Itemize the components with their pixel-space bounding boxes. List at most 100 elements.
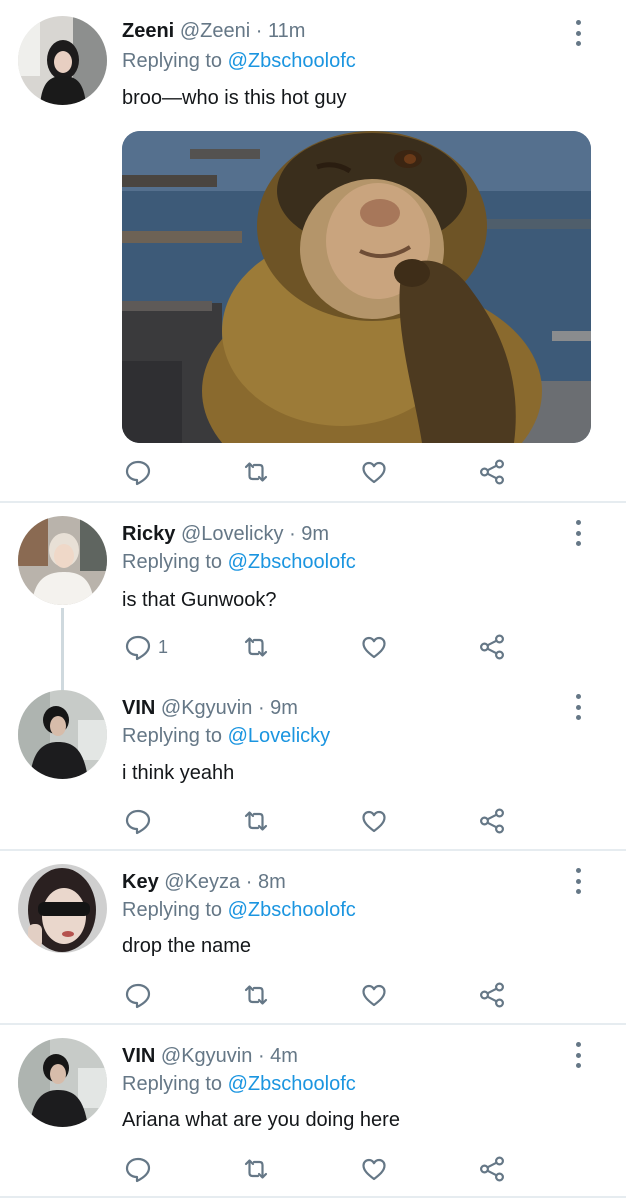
avatar[interactable] [18, 1038, 107, 1127]
more-icon[interactable] [572, 868, 584, 894]
divider [0, 1196, 626, 1198]
tweet-2[interactable]: Ricky @Lovelicky · 9m Replying to @Zbsch… [0, 504, 626, 694]
reply-button[interactable] [124, 1153, 158, 1185]
more-icon[interactable] [572, 694, 584, 720]
user-handle[interactable]: @Kgyuvin [161, 1045, 252, 1067]
retweet-button[interactable] [242, 456, 270, 488]
share-button[interactable] [478, 631, 506, 663]
tweet-header: Key @Keyza · 8m [122, 870, 286, 894]
tweet-text: Ariana what are you doing here [122, 1109, 400, 1131]
tweet-5[interactable]: VIN @Kgyuvin · 4m Replying to @Zbschoolo… [0, 1026, 626, 1200]
replying-to: Replying to @Zbschoolofc [122, 550, 356, 574]
timestamp[interactable]: 9m [301, 523, 329, 545]
reply-button[interactable]: 1 [124, 631, 168, 663]
mention-link[interactable]: @Zbschoolofc [228, 1073, 356, 1095]
display-name[interactable]: Ricky [122, 523, 175, 545]
retweet-icon [242, 981, 270, 1009]
like-icon [360, 458, 388, 486]
reply-icon [124, 981, 152, 1009]
like-icon [360, 981, 388, 1009]
avatar[interactable] [18, 16, 107, 105]
more-icon[interactable] [572, 1042, 584, 1068]
avatar[interactable] [18, 690, 107, 779]
user-handle[interactable]: @Keyza [164, 871, 240, 893]
retweet-icon [242, 807, 270, 835]
like-button[interactable] [360, 456, 388, 488]
separator: · [289, 523, 296, 545]
more-icon[interactable] [572, 20, 584, 46]
retweet-button[interactable] [242, 1153, 270, 1185]
replying-prefix: Replying to [122, 725, 223, 747]
tweet-actions [0, 1153, 626, 1185]
user-handle[interactable]: @Lovelicky [181, 523, 284, 545]
timestamp[interactable]: 9m [270, 697, 298, 719]
separator: · [257, 1045, 265, 1067]
replying-to: Replying to @Zbschoolofc [122, 1072, 356, 1096]
user-handle[interactable]: @Zeeni [180, 20, 250, 42]
mention-link[interactable]: @Zbschoolofc [228, 899, 356, 921]
timestamp[interactable]: 4m [270, 1045, 298, 1067]
tweet-header: Ricky @Lovelicky · 9m [122, 522, 329, 546]
share-icon [478, 458, 506, 486]
reply-icon [124, 807, 152, 835]
replying-prefix: Replying to [122, 50, 223, 72]
like-icon [360, 633, 388, 661]
like-button[interactable] [360, 1153, 388, 1185]
tweet-4[interactable]: Key @Keyza · 8m Replying to @Zbschoolofc… [0, 852, 626, 1022]
divider [0, 1023, 626, 1025]
more-icon[interactable] [572, 520, 584, 546]
display-name[interactable]: Zeeni [122, 20, 174, 42]
avatar[interactable] [18, 864, 107, 953]
user-handle[interactable]: @Kgyuvin [161, 697, 252, 719]
retweet-button[interactable] [242, 631, 270, 663]
replying-to: Replying to @Lovelicky [122, 724, 330, 748]
like-icon [360, 807, 388, 835]
display-name[interactable]: VIN [122, 1045, 155, 1067]
retweet-button[interactable] [242, 979, 270, 1011]
replying-prefix: Replying to [122, 1073, 223, 1095]
tweet-3[interactable]: VIN @Kgyuvin · 9m Replying to @Lovelicky… [0, 678, 626, 848]
separator: · [255, 20, 263, 42]
retweet-icon [242, 458, 270, 486]
tweet-actions [0, 456, 626, 488]
share-icon [478, 1155, 506, 1183]
share-icon [478, 633, 506, 661]
mention-link[interactable]: @Lovelicky [228, 725, 331, 747]
divider [0, 849, 626, 851]
replying-prefix: Replying to [122, 899, 223, 921]
retweet-icon [242, 633, 270, 661]
reply-icon [124, 633, 152, 661]
separator: · [257, 697, 265, 719]
replying-to: Replying to @Zbschoolofc [122, 49, 356, 73]
avatar[interactable] [18, 516, 107, 605]
tweet-1[interactable]: Zeeni @Zeeni · 11m Replying to @Zbschool… [0, 0, 626, 500]
retweet-button[interactable] [242, 805, 270, 837]
reply-button[interactable] [124, 805, 158, 837]
tweet-text: is that Gunwook? [122, 589, 277, 611]
display-name[interactable]: Key [122, 871, 159, 893]
reply-button[interactable] [124, 456, 158, 488]
like-button[interactable] [360, 805, 388, 837]
reply-icon [124, 458, 152, 486]
tweet-actions: 1 [0, 631, 626, 663]
display-name[interactable]: VIN [122, 697, 155, 719]
share-button[interactable] [478, 456, 506, 488]
share-icon [478, 981, 506, 1009]
tweet-header: VIN @Kgyuvin · 4m [122, 1044, 298, 1068]
tweet-text: drop the name [122, 935, 251, 957]
separator: · [245, 871, 253, 893]
share-button[interactable] [478, 805, 506, 837]
retweet-icon [242, 1155, 270, 1183]
like-button[interactable] [360, 631, 388, 663]
mention-link[interactable]: @Zbschoolofc [228, 551, 356, 573]
timestamp[interactable]: 8m [258, 871, 286, 893]
timestamp[interactable]: 11m [268, 20, 305, 42]
reply-button[interactable] [124, 979, 158, 1011]
like-button[interactable] [360, 979, 388, 1011]
tweet-media-image[interactable] [122, 131, 591, 443]
share-icon [478, 807, 506, 835]
share-button[interactable] [478, 979, 506, 1011]
tweet-text: broo—who is this hot guy [122, 87, 347, 109]
share-button[interactable] [478, 1153, 506, 1185]
mention-link[interactable]: @Zbschoolofc [228, 50, 356, 72]
